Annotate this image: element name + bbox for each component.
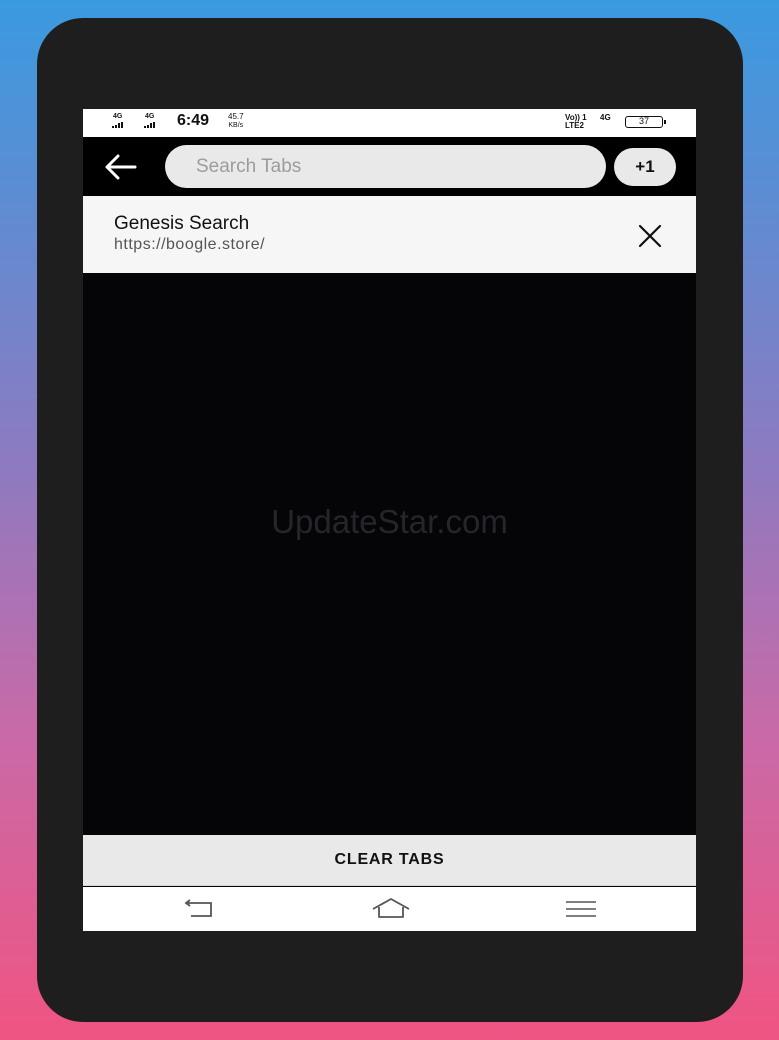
tab-title: Genesis Search <box>114 213 250 234</box>
nav-home-icon <box>372 898 410 918</box>
signal-1-icon <box>112 122 123 128</box>
top-toolbar: +1 <box>83 137 696 196</box>
close-icon <box>638 224 662 248</box>
status-time: 6:49 <box>177 112 210 129</box>
watermark: UpdateStar.com <box>271 503 508 540</box>
clear-tabs-button[interactable]: CLEAR TABS <box>83 835 696 886</box>
status-bar: 4G 4G 6:49 45.7 KB/s Vo)) 1 LTE2 4G 37 <box>83 109 696 137</box>
network-speed: 45.7 KB/s <box>228 113 244 130</box>
speed-unit: KB/s <box>228 122 244 129</box>
nav-back-icon <box>184 899 212 917</box>
lte-text: LTE2 <box>565 121 584 130</box>
battery-icon: 37 <box>625 116 666 128</box>
signal-2-icon <box>144 122 155 128</box>
volte-label: Vo)) 1 LTE2 <box>565 114 587 130</box>
tab-count-button[interactable]: +1 <box>614 148 676 186</box>
nav-home-button[interactable] <box>371 897 410 921</box>
network-2-label: 4G <box>145 113 155 120</box>
nav-back-button[interactable] <box>181 897 217 921</box>
phone-screen: 4G 4G 6:49 45.7 KB/s Vo)) 1 LTE2 4G 37 +… <box>83 109 696 931</box>
back-button[interactable] <box>101 151 141 183</box>
network-3-label: 4G <box>600 113 611 122</box>
tab-url: https://boogle.store/ <box>114 236 266 253</box>
nav-menu-button[interactable] <box>563 897 599 921</box>
speed-value: 45.7 <box>228 112 244 121</box>
tab-list-item[interactable]: Genesis Search https://boogle.store/ <box>83 196 696 273</box>
arrow-left-icon <box>105 154 137 180</box>
nav-menu-icon <box>566 901 596 917</box>
navigation-bar <box>83 887 696 931</box>
network-1-label: 4G <box>113 113 123 120</box>
close-tab-button[interactable] <box>635 223 665 249</box>
search-tabs-input[interactable] <box>165 145 606 188</box>
